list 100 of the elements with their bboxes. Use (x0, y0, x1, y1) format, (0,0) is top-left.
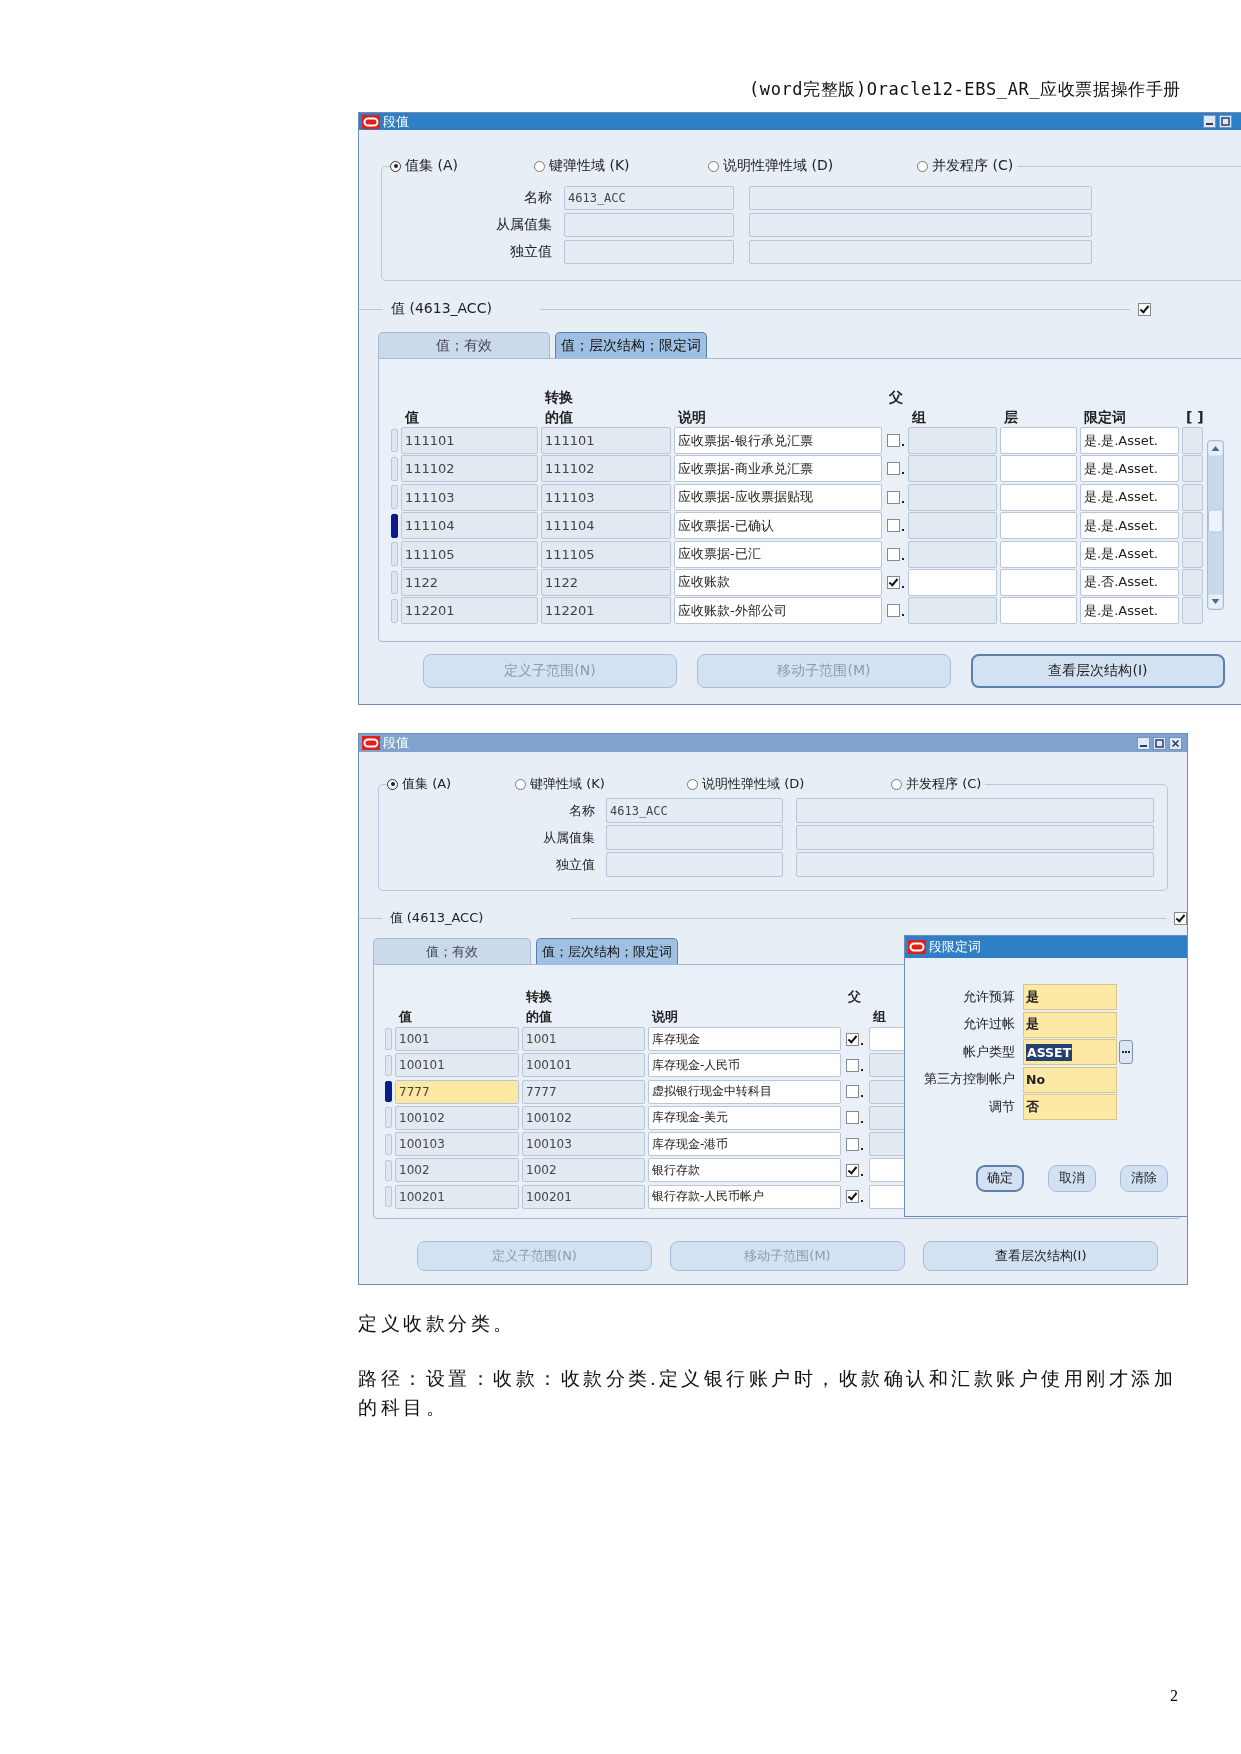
table-cell[interactable] (1182, 427, 1203, 454)
text-field[interactable] (796, 852, 1154, 877)
table-cell[interactable]: 7777 (522, 1079, 645, 1104)
table-cell[interactable]: 111105 (401, 540, 538, 568)
table-cell[interactable]: 7777 (395, 1079, 519, 1104)
table-cell[interactable]: 111101 (401, 427, 538, 454)
table-cell[interactable]: 1002 (522, 1158, 645, 1183)
text-field[interactable]: 是 (1023, 984, 1117, 1010)
checkbox[interactable] (846, 1111, 859, 1125)
table-cell[interactable]: 应收账款 (674, 568, 882, 596)
text-field[interactable]: No (1023, 1066, 1117, 1093)
maximize-icon[interactable] (1219, 115, 1232, 128)
table-cell[interactable]: 100103 (522, 1132, 645, 1157)
table-cell[interactable]: 100201 (395, 1184, 519, 1209)
table-cell[interactable]: 是.是.Asset. (1080, 597, 1179, 625)
checkbox[interactable] (887, 462, 900, 476)
table-cell[interactable]: 100201 (522, 1184, 645, 1209)
table-cell[interactable] (1182, 455, 1203, 483)
text-field[interactable] (606, 825, 783, 850)
text-field[interactable] (796, 825, 1154, 850)
table-cell[interactable]: 112201 (401, 597, 538, 625)
table-cell[interactable]: 应收账款-外部公司 (674, 597, 882, 625)
table-cell[interactable] (1182, 483, 1203, 511)
text-field[interactable]: ASSET (1023, 1039, 1117, 1065)
table-cell[interactable]: 是.是.Asset. (1080, 427, 1179, 454)
table-cell[interactable] (1000, 483, 1077, 511)
table-cell[interactable]: 库存现金-人民币 (648, 1053, 841, 1078)
table-cell[interactable] (908, 568, 997, 596)
table-cell[interactable]: 是.是.Asset. (1080, 512, 1179, 540)
table-cell[interactable]: 100102 (522, 1105, 645, 1130)
text-field[interactable] (564, 240, 734, 264)
table-cell[interactable]: 应收票据-已确认 (674, 512, 882, 540)
tab[interactable]: 值；层次结构；限定词 (555, 332, 707, 358)
table-cell[interactable] (1182, 512, 1203, 540)
text-field[interactable] (749, 186, 1092, 210)
table-cell[interactable] (908, 483, 997, 511)
tab[interactable]: 值；有效 (373, 938, 531, 964)
table-cell[interactable] (1182, 568, 1203, 596)
checkbox[interactable] (846, 1164, 859, 1177)
table-cell[interactable]: 100102 (395, 1105, 519, 1130)
table-cell[interactable] (1182, 597, 1203, 625)
table-cell[interactable]: 1122 (401, 568, 538, 596)
checkbox[interactable] (846, 1190, 859, 1204)
text-field[interactable]: 否 (1023, 1094, 1117, 1120)
table-cell[interactable]: 100101 (395, 1053, 519, 1078)
checkbox[interactable] (1174, 911, 1187, 925)
text-field[interactable] (749, 213, 1092, 237)
table-cell[interactable] (908, 540, 997, 568)
text-field[interactable] (564, 213, 734, 237)
table-cell[interactable]: 虚拟银行现金中转科目 (648, 1079, 841, 1104)
table-cell[interactable] (1182, 540, 1203, 568)
text-field[interactable] (749, 240, 1092, 264)
checkbox[interactable] (887, 604, 900, 618)
checkbox[interactable] (846, 1085, 859, 1099)
text-field[interactable]: 4613_ACC (606, 798, 783, 823)
text-field[interactable] (796, 798, 1154, 823)
table-cell[interactable] (1000, 540, 1077, 568)
table-cell[interactable]: 1122 (541, 568, 671, 596)
table-cell[interactable]: 应收票据-应收票据贴现 (674, 483, 882, 511)
action-button[interactable]: 查看层次结构(I) (923, 1241, 1158, 1271)
list-of-values-button[interactable] (1119, 1040, 1133, 1064)
dialog-button[interactable]: 清除 (1120, 1165, 1168, 1192)
dialog-button[interactable]: 确定 (976, 1165, 1024, 1192)
table-cell[interactable] (1000, 427, 1077, 454)
table-cell[interactable]: 库存现金 (648, 1027, 841, 1051)
table-cell[interactable]: 是.是.Asset. (1080, 455, 1179, 483)
text-field[interactable] (606, 852, 783, 877)
checkbox[interactable] (846, 1137, 859, 1151)
action-button[interactable]: 查看层次结构(I) (971, 654, 1225, 688)
table-cell[interactable]: 银行存款-人民币帐户 (648, 1184, 841, 1209)
table-cell[interactable] (908, 597, 997, 625)
checkbox[interactable] (1137, 302, 1151, 316)
table-cell[interactable]: 112201 (541, 597, 671, 625)
table-cell[interactable]: 是.否.Asset. (1080, 568, 1179, 596)
table-cell[interactable]: 是.是.Asset. (1080, 483, 1179, 511)
table-cell[interactable]: 111104 (401, 512, 538, 540)
table-cell[interactable]: 100101 (522, 1053, 645, 1078)
text-field[interactable]: 是 (1023, 1011, 1117, 1038)
table-cell[interactable]: 111102 (541, 455, 671, 483)
table-cell[interactable] (1000, 455, 1077, 483)
checkbox[interactable] (887, 434, 900, 447)
table-cell[interactable]: 应收票据-银行承兑汇票 (674, 427, 882, 454)
checkbox[interactable] (846, 1058, 859, 1072)
table-cell[interactable]: 111103 (541, 483, 671, 511)
table-cell[interactable]: 111101 (541, 427, 671, 454)
checkbox[interactable] (887, 490, 900, 504)
table-cell[interactable]: 是.是.Asset. (1080, 540, 1179, 568)
table-cell[interactable]: 111104 (541, 512, 671, 540)
table-cell[interactable] (1000, 568, 1077, 596)
row-indicator[interactable] (385, 1081, 392, 1103)
tab[interactable]: 值；层次结构；限定词 (536, 938, 678, 964)
table-cell[interactable]: 应收票据-商业承兑汇票 (674, 455, 882, 483)
dialog-button[interactable]: 取消 (1048, 1165, 1096, 1192)
table-cell[interactable]: 库存现金-港币 (648, 1132, 841, 1157)
table-cell[interactable] (908, 455, 997, 483)
table-cell[interactable]: 库存现金-美元 (648, 1105, 841, 1130)
table-cell[interactable]: 111103 (401, 483, 538, 511)
table-cell[interactable]: 1002 (395, 1158, 519, 1183)
table-cell[interactable]: 1001 (522, 1027, 645, 1051)
tab[interactable]: 值；有效 (378, 332, 550, 358)
